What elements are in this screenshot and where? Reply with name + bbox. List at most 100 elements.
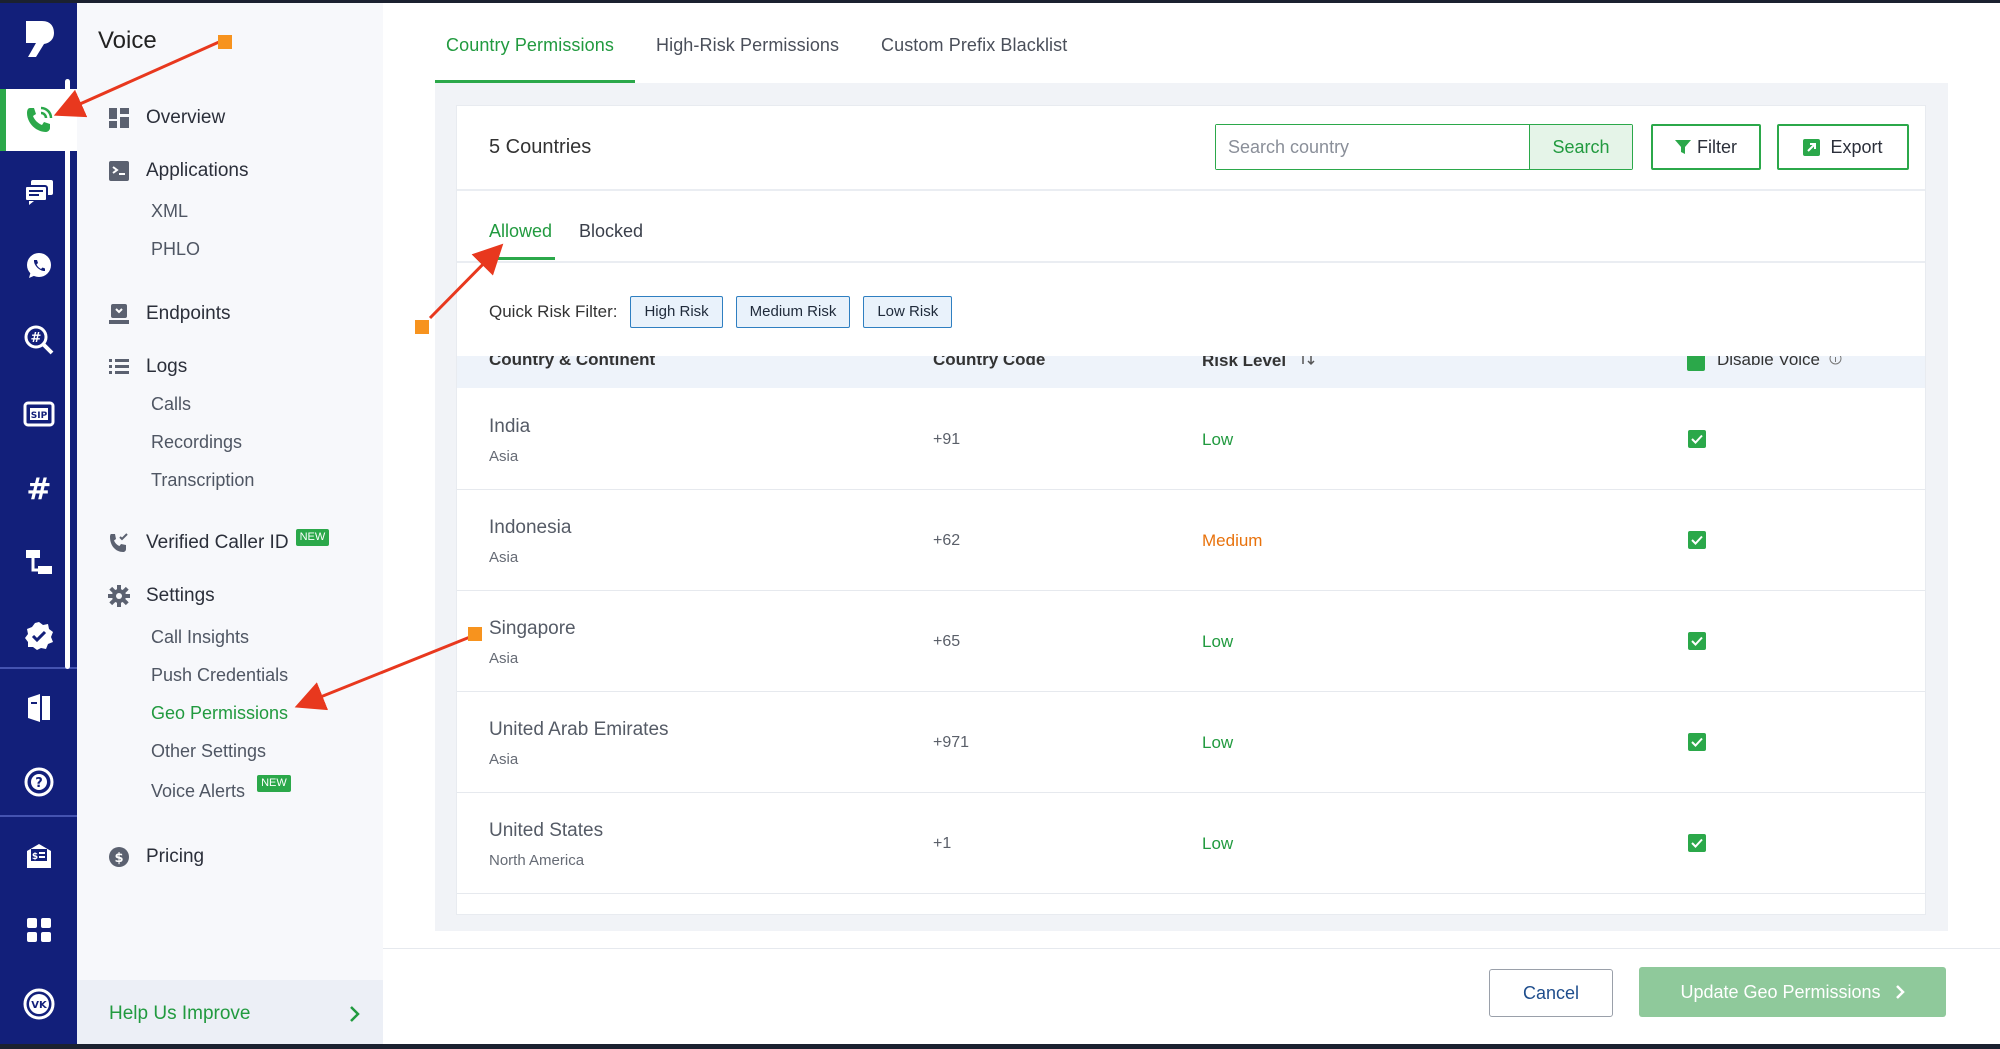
nav-xml[interactable]: XML	[151, 201, 188, 222]
help-us-improve[interactable]: Help Us Improve	[77, 980, 383, 1047]
user-avatar[interactable]: VK	[0, 973, 77, 1035]
filter-button[interactable]: Filter	[1651, 124, 1761, 170]
countries-card: 5 Countries Search Filter Export Allowed…	[457, 106, 1925, 914]
verified-badge-icon	[24, 622, 53, 650]
nav-applications-label: Applications	[146, 160, 249, 181]
risk-level: Low	[1202, 632, 1234, 651]
documentation-icon	[27, 694, 50, 722]
chip-medium-risk[interactable]: Medium Risk	[735, 296, 851, 328]
header-country-code: Country Code	[933, 356, 1046, 369]
nav-voice-alerts[interactable]: Voice Alerts NEW	[151, 775, 291, 802]
avatar-initials: VK	[31, 1000, 48, 1011]
svg-text:$: $	[31, 852, 37, 862]
tab-high-risk-permissions[interactable]: High-Risk Permissions	[656, 35, 839, 56]
nav-pricing-label: Pricing	[146, 846, 205, 867]
nav-endpoints[interactable]: Endpoints	[108, 303, 231, 325]
disable-voice-checkbox[interactable]	[1688, 430, 1706, 448]
rail-scrollbar[interactable]	[65, 79, 70, 669]
risk-level: Low	[1202, 834, 1234, 853]
messaging-icon	[23, 180, 53, 205]
disable-voice-checkbox[interactable]	[1688, 733, 1706, 751]
header-country: Country & Continent	[489, 356, 656, 369]
rail-billing[interactable]: $	[0, 825, 77, 887]
tab-country-permissions[interactable]: Country Permissions	[446, 35, 614, 56]
section-title: Voice	[98, 27, 157, 54]
subtab-blocked[interactable]: Blocked	[579, 221, 643, 242]
table-row: United States North America +1 Low	[457, 792, 1925, 894]
rail-divider	[0, 815, 77, 817]
dashboard-icon	[108, 107, 130, 129]
export-label: Export	[1830, 136, 1883, 157]
nav-pricing[interactable]: $ Pricing	[108, 846, 204, 868]
nav-recordings[interactable]: Recordings	[151, 432, 242, 453]
endpoint-icon	[108, 303, 130, 325]
tab-custom-prefix-blacklist[interactable]: Custom Prefix Blacklist	[881, 35, 1067, 56]
nav-verified-caller-id[interactable]: Verified Caller ID NEW	[108, 528, 330, 554]
new-badge: NEW	[257, 775, 291, 792]
checkmark-icon	[1691, 737, 1703, 747]
rail-apps[interactable]	[0, 899, 77, 961]
subtab-allowed[interactable]: Allowed	[489, 221, 552, 242]
footer-actions: Cancel Update Geo Permissions	[383, 948, 2000, 1045]
nav-verified-caller-id-label: Verified Caller ID	[146, 532, 289, 553]
filter-label: Filter	[1697, 136, 1737, 157]
chip-low-risk[interactable]: Low Risk	[863, 296, 953, 328]
table-header: Country & Continent Country Code Risk Le…	[457, 356, 1925, 388]
svg-text:SIP: SIP	[30, 411, 47, 421]
quick-risk-filter: Quick Risk Filter: High Risk Medium Risk…	[489, 296, 953, 328]
cancel-button[interactable]: Cancel	[1489, 969, 1613, 1017]
continent-name: Asia	[489, 549, 519, 566]
nav-call-insights[interactable]: Call Insights	[151, 627, 249, 648]
header-risk-level[interactable]: Risk Level	[1202, 356, 1315, 371]
nav-voice-alerts-label: Voice Alerts	[151, 781, 246, 801]
search-button[interactable]: Search	[1529, 125, 1632, 169]
nav-transcription[interactable]: Transcription	[151, 470, 254, 491]
nav-applications[interactable]: Applications	[108, 160, 248, 182]
nav-overview[interactable]: Overview	[108, 107, 225, 129]
export-icon	[1803, 138, 1821, 156]
nav-geo-permissions[interactable]: Geo Permissions	[151, 703, 288, 724]
disable-voice-checkbox[interactable]	[1688, 834, 1706, 852]
country-name: United States	[489, 820, 604, 841]
continent-name: Asia	[489, 650, 519, 667]
select-all-checkbox[interactable]	[1687, 356, 1705, 371]
nav-phlo[interactable]: PHLO	[151, 239, 200, 260]
voice-phone-icon	[26, 106, 52, 132]
help-us-improve-label: Help Us Improve	[109, 1002, 251, 1024]
country-code: +62	[933, 532, 961, 549]
chip-high-risk[interactable]: High Risk	[630, 296, 723, 328]
table-row: United Arab Emirates Asia +971 Low	[457, 691, 1925, 793]
continent-name: North America	[489, 852, 585, 869]
svg-text:#: #	[26, 473, 51, 503]
update-geo-permissions-button[interactable]: Update Geo Permissions	[1639, 967, 1946, 1017]
country-name: India	[489, 416, 531, 437]
nav-settings[interactable]: Settings	[108, 585, 215, 607]
status-subtabs: Allowed Blocked	[457, 191, 1925, 263]
rail-help[interactable]: ?	[0, 751, 77, 813]
billing-icon: $	[26, 844, 51, 868]
main-content: Country Permissions High-Risk Permission…	[383, 3, 2000, 1045]
quick-risk-filter-label: Quick Risk Filter:	[489, 302, 618, 321]
continent-name: Asia	[489, 751, 519, 768]
product-rail: # SIP # ? $ VK	[0, 3, 77, 1044]
number-lookup-icon: #	[24, 325, 53, 355]
export-button[interactable]: Export	[1777, 124, 1909, 170]
nav-push-credentials[interactable]: Push Credentials	[151, 665, 288, 686]
search-box: Search	[1215, 124, 1633, 170]
table-row: Indonesia Asia +62 Medium	[457, 489, 1925, 591]
search-input[interactable]	[1216, 125, 1529, 169]
rail-docs[interactable]	[0, 677, 77, 739]
nav-logs[interactable]: Logs	[108, 356, 187, 378]
disable-voice-checkbox[interactable]	[1688, 531, 1706, 549]
country-code: +65	[933, 633, 961, 650]
nav-other-settings[interactable]: Other Settings	[151, 741, 266, 762]
plivo-logo[interactable]	[0, 8, 77, 70]
svg-text:$: $	[114, 851, 123, 866]
nav-calls[interactable]: Calls	[151, 394, 191, 415]
country-code: +91	[933, 431, 961, 448]
help-icon: ?	[24, 767, 53, 797]
country-name: Singapore	[489, 618, 576, 639]
risk-level: Low	[1202, 733, 1234, 752]
risk-level: Low	[1202, 430, 1234, 449]
disable-voice-checkbox[interactable]	[1688, 632, 1706, 650]
